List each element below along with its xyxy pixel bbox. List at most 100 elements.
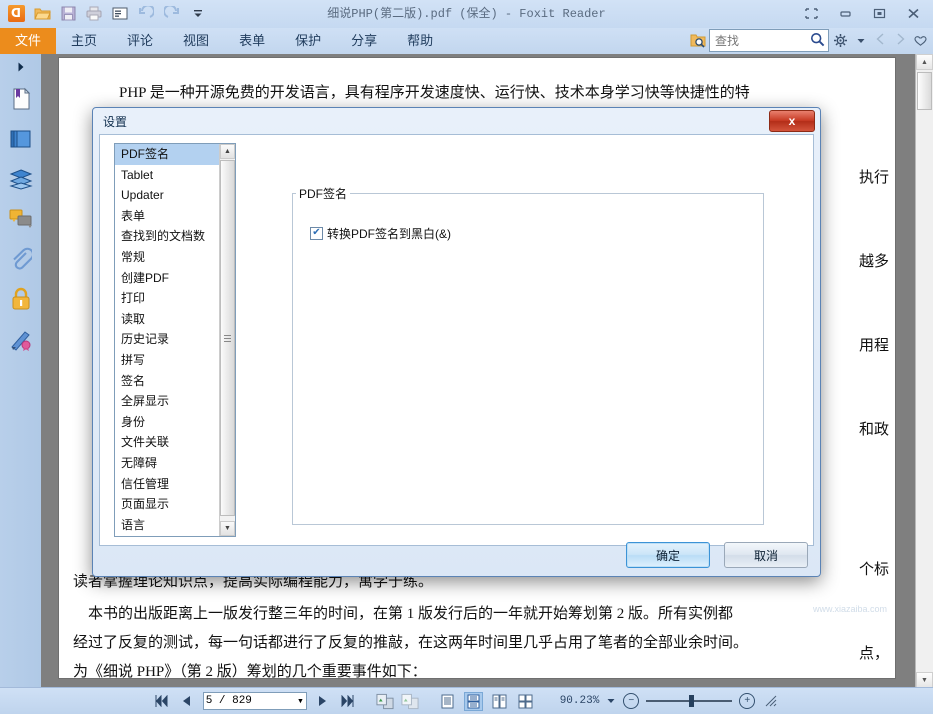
menu-comment[interactable]: 评论 — [112, 28, 168, 54]
category-general[interactable]: 常规 — [115, 247, 235, 268]
category-scroll-up-button[interactable]: ▲ — [220, 144, 235, 159]
cancel-button[interactable]: 取消 — [724, 542, 808, 568]
category-tablet[interactable]: Tablet — [115, 165, 235, 186]
rotate-right-icon[interactable] — [401, 691, 419, 711]
scroll-thumb[interactable] — [917, 72, 932, 110]
page-thumbnails-panel-icon[interactable] — [4, 122, 37, 155]
zoom-in-button[interactable]: + — [739, 693, 756, 709]
first-page-icon[interactable] — [153, 691, 171, 711]
menu-view[interactable]: 视图 — [168, 28, 224, 54]
print-icon[interactable] — [84, 3, 104, 23]
page-number-dropdown-icon[interactable]: ▾ — [297, 694, 304, 708]
page-number-value: 5 / 829 — [205, 695, 252, 707]
menu-home[interactable]: 主页 — [56, 28, 112, 54]
category-pdf-signature[interactable]: PDF签名 — [115, 144, 235, 165]
fullscreen-button[interactable] — [795, 2, 827, 24]
facing-view-button[interactable] — [490, 692, 509, 711]
layers-panel-icon[interactable] — [4, 162, 37, 195]
document-vertical-scrollbar[interactable]: ≑ ▲ ▼ — [915, 54, 933, 688]
attachments-panel-icon[interactable] — [4, 242, 37, 275]
zoom-slider[interactable] — [646, 694, 733, 708]
category-form[interactable]: 表单 — [115, 206, 235, 227]
menu-items: 文件 主页 评论 视图 表单 保护 分享 帮助 — [0, 28, 448, 54]
menu-form[interactable]: 表单 — [224, 28, 280, 54]
next-view-icon[interactable] — [892, 33, 909, 48]
search-box[interactable] — [709, 29, 829, 52]
category-spelling[interactable]: 拼写 — [115, 350, 235, 371]
bookmarks-panel-icon[interactable] — [4, 82, 37, 115]
next-page-icon[interactable] — [314, 691, 332, 711]
zoom-out-button[interactable]: − — [623, 693, 640, 709]
continuous-view-button[interactable] — [463, 691, 483, 711]
menu-protect[interactable]: 保护 — [280, 28, 336, 54]
category-scroll-thumb[interactable] — [220, 160, 235, 516]
scroll-up-button[interactable]: ▲ — [916, 54, 933, 70]
security-panel-icon[interactable] — [4, 282, 37, 315]
rotate-left-icon[interactable] — [376, 691, 394, 711]
dialog-title-bar: 设置 x — [93, 108, 820, 134]
category-file-association[interactable]: 文件关联 — [115, 432, 235, 453]
menu-help[interactable]: 帮助 — [392, 28, 448, 54]
settings-category-list[interactable]: PDF签名 Tablet Updater 表单 查找到的文档数 常规 创建PDF… — [114, 143, 236, 537]
rail-expand-icon[interactable] — [0, 56, 41, 78]
zoom-dropdown-icon[interactable] — [606, 691, 616, 711]
scroll-down-button[interactable]: ▼ — [916, 672, 933, 688]
category-found-docs[interactable]: 查找到的文档数 — [115, 226, 235, 247]
search-options-dropdown-icon[interactable] — [852, 31, 869, 51]
status-bar-center: 5 / 829 ▾ 90.23% − + — [0, 691, 933, 711]
dialog-title: 设置 — [103, 115, 128, 129]
search-icon[interactable] — [810, 32, 825, 50]
maximize-button[interactable] — [863, 2, 895, 24]
customize-toolbar-icon[interactable] — [188, 3, 208, 23]
ok-button[interactable]: 确定 — [626, 542, 710, 568]
menu-share[interactable]: 分享 — [336, 28, 392, 54]
search-settings-gear-icon[interactable] — [832, 31, 849, 51]
favorite-heart-icon[interactable] — [912, 31, 929, 51]
category-print[interactable]: 打印 — [115, 288, 235, 309]
category-language[interactable]: 语言 — [115, 515, 235, 536]
checkmark-icon: ✔ — [312, 227, 321, 238]
doc-fragment: 和政 — [858, 422, 889, 438]
email-icon[interactable] — [110, 3, 130, 23]
convert-signature-bw-label: 转换PDF签名到黑白(&) — [327, 227, 451, 241]
convert-signature-bw-checkbox[interactable]: ✔ — [310, 227, 323, 240]
menu-file[interactable]: 文件 — [0, 28, 57, 54]
minimize-button[interactable] — [829, 2, 861, 24]
previous-page-icon[interactable] — [178, 691, 196, 711]
redo-icon[interactable] — [162, 3, 182, 23]
category-page-display[interactable]: 页面显示 — [115, 494, 235, 515]
doc-fragment: 用程 — [858, 338, 889, 354]
category-history[interactable]: 历史记录 — [115, 329, 235, 350]
search-folder-icon[interactable] — [689, 31, 706, 51]
digital-signature-panel-icon[interactable] — [4, 322, 37, 355]
previous-view-icon[interactable] — [872, 33, 889, 48]
category-scroll-down-button[interactable]: ▼ — [220, 521, 235, 536]
category-create-pdf[interactable]: 创建PDF — [115, 268, 235, 289]
groupbox-legend: PDF签名 — [296, 185, 351, 202]
category-signature[interactable]: 签名 — [115, 371, 235, 392]
dialog-close-button[interactable]: x — [769, 110, 815, 132]
search-input[interactable] — [713, 31, 809, 50]
single-page-view-button[interactable] — [438, 692, 457, 711]
undo-icon[interactable] — [136, 3, 156, 23]
comments-panel-icon[interactable] — [4, 202, 37, 235]
close-button[interactable] — [897, 2, 929, 24]
save-icon[interactable] — [58, 3, 78, 23]
foxit-logo-icon[interactable]: ᗡ — [6, 3, 26, 23]
foxit-reader-window: ᗡ 细说PHP(第二版).pdf (保全) - Foxit Reader 文件 … — [0, 0, 933, 714]
category-list-scrollbar[interactable]: ▲ ▼ — [219, 144, 235, 536]
resize-grip-icon[interactable] — [762, 691, 780, 711]
category-fullscreen[interactable]: 全屏显示 — [115, 391, 235, 412]
zoom-slider-knob[interactable] — [689, 695, 695, 707]
category-updater[interactable]: Updater — [115, 185, 235, 206]
category-read[interactable]: 读取 — [115, 309, 235, 330]
settings-panel-groupbox — [292, 193, 764, 525]
continuous-facing-view-button[interactable] — [516, 692, 535, 711]
page-number-input[interactable]: 5 / 829 ▾ — [202, 692, 307, 710]
category-trust-manager[interactable]: 信任管理 — [115, 474, 235, 495]
convert-signature-bw-row[interactable]: ✔ 转换PDF签名到黑白(&) — [310, 225, 451, 242]
open-icon[interactable] — [32, 3, 52, 23]
last-page-icon[interactable] — [339, 691, 357, 711]
category-identity[interactable]: 身份 — [115, 412, 235, 433]
category-accessibility[interactable]: 无障碍 — [115, 453, 235, 474]
